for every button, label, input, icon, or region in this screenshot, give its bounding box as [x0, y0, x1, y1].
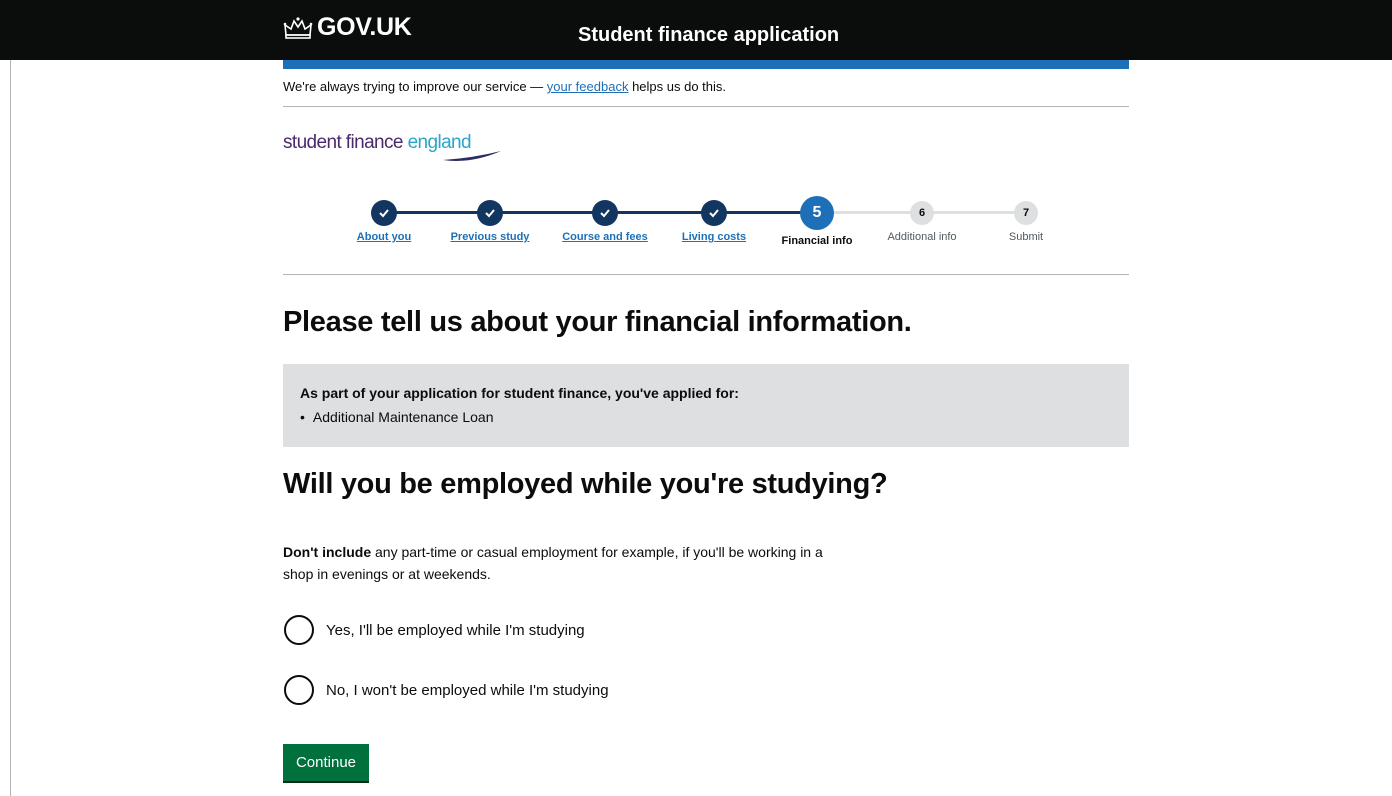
govuk-header: GOV.UK Student finance application: [0, 0, 1392, 60]
check-icon: [709, 209, 719, 218]
phase-banner-text-after: helps us do this.: [628, 79, 727, 94]
radio-option-no[interactable]: No, I won't be employed while I'm studyi…: [284, 675, 609, 705]
step-label-financial-info: Financial info: [781, 235, 853, 247]
step-1-complete[interactable]: [371, 200, 397, 226]
question-heading: Will you be employed while you're studyi…: [283, 468, 888, 500]
divider: [283, 106, 1129, 107]
step-2-complete[interactable]: [477, 200, 503, 226]
applied-for-panel: As part of your application for student …: [283, 364, 1129, 447]
logo-swoosh-icon: [443, 151, 501, 161]
phase-banner-text-before: We're always trying to improve our servi…: [283, 79, 547, 94]
step-3-complete[interactable]: [592, 200, 618, 226]
phase-banner: We're always trying to improve our servi…: [283, 79, 726, 94]
step-5-current: 5: [800, 196, 834, 230]
step-link-living-costs[interactable]: Living costs: [682, 231, 746, 243]
govuk-logo-link[interactable]: GOV.UK: [283, 13, 412, 42]
service-name[interactable]: Student finance application: [578, 24, 839, 47]
list-item: Additional Maintenance Loan: [300, 409, 494, 425]
panel-intro: As part of your application for student …: [300, 385, 739, 401]
step-link-previous-study[interactable]: Previous study: [451, 231, 530, 243]
radio-button-yes[interactable]: [284, 615, 314, 645]
header-blue-bar: [283, 60, 1129, 69]
continue-button[interactable]: Continue: [283, 744, 369, 781]
radio-option-yes[interactable]: Yes, I'll be employed while I'm studying: [284, 615, 585, 645]
page-title: Please tell us about your financial info…: [283, 306, 912, 338]
govuk-logo-text: GOV.UK: [317, 13, 412, 41]
divider: [283, 274, 1129, 275]
step-7-todo: 7: [1014, 201, 1038, 225]
radio-label-yes[interactable]: Yes, I'll be employed while I'm studying: [326, 622, 585, 639]
step-6-todo: 6: [910, 201, 934, 225]
step-link-about-you[interactable]: About you: [357, 231, 411, 243]
radio-label-no[interactable]: No, I won't be employed while I'm studyi…: [326, 682, 609, 699]
step-label-additional-info: Additional info: [887, 231, 957, 243]
step-link-course-and-fees[interactable]: Course and fees: [562, 231, 648, 243]
student-finance-england-logo: student finance england: [283, 128, 513, 164]
question-hint: Don't include any part-time or casual em…: [283, 541, 843, 585]
step-4-complete[interactable]: [701, 200, 727, 226]
hint-bold: Don't include: [283, 544, 372, 560]
check-icon: [485, 209, 495, 218]
radio-button-no[interactable]: [284, 675, 314, 705]
step-label-submit: Submit: [1008, 231, 1044, 243]
applied-for-list: Additional Maintenance Loan: [300, 409, 494, 425]
logo-text-student-finance: student finance: [283, 132, 408, 153]
check-icon: [600, 209, 610, 218]
page-border: [10, 60, 11, 796]
check-icon: [379, 209, 389, 218]
feedback-link[interactable]: your feedback: [547, 79, 629, 94]
crown-icon: [283, 16, 313, 39]
